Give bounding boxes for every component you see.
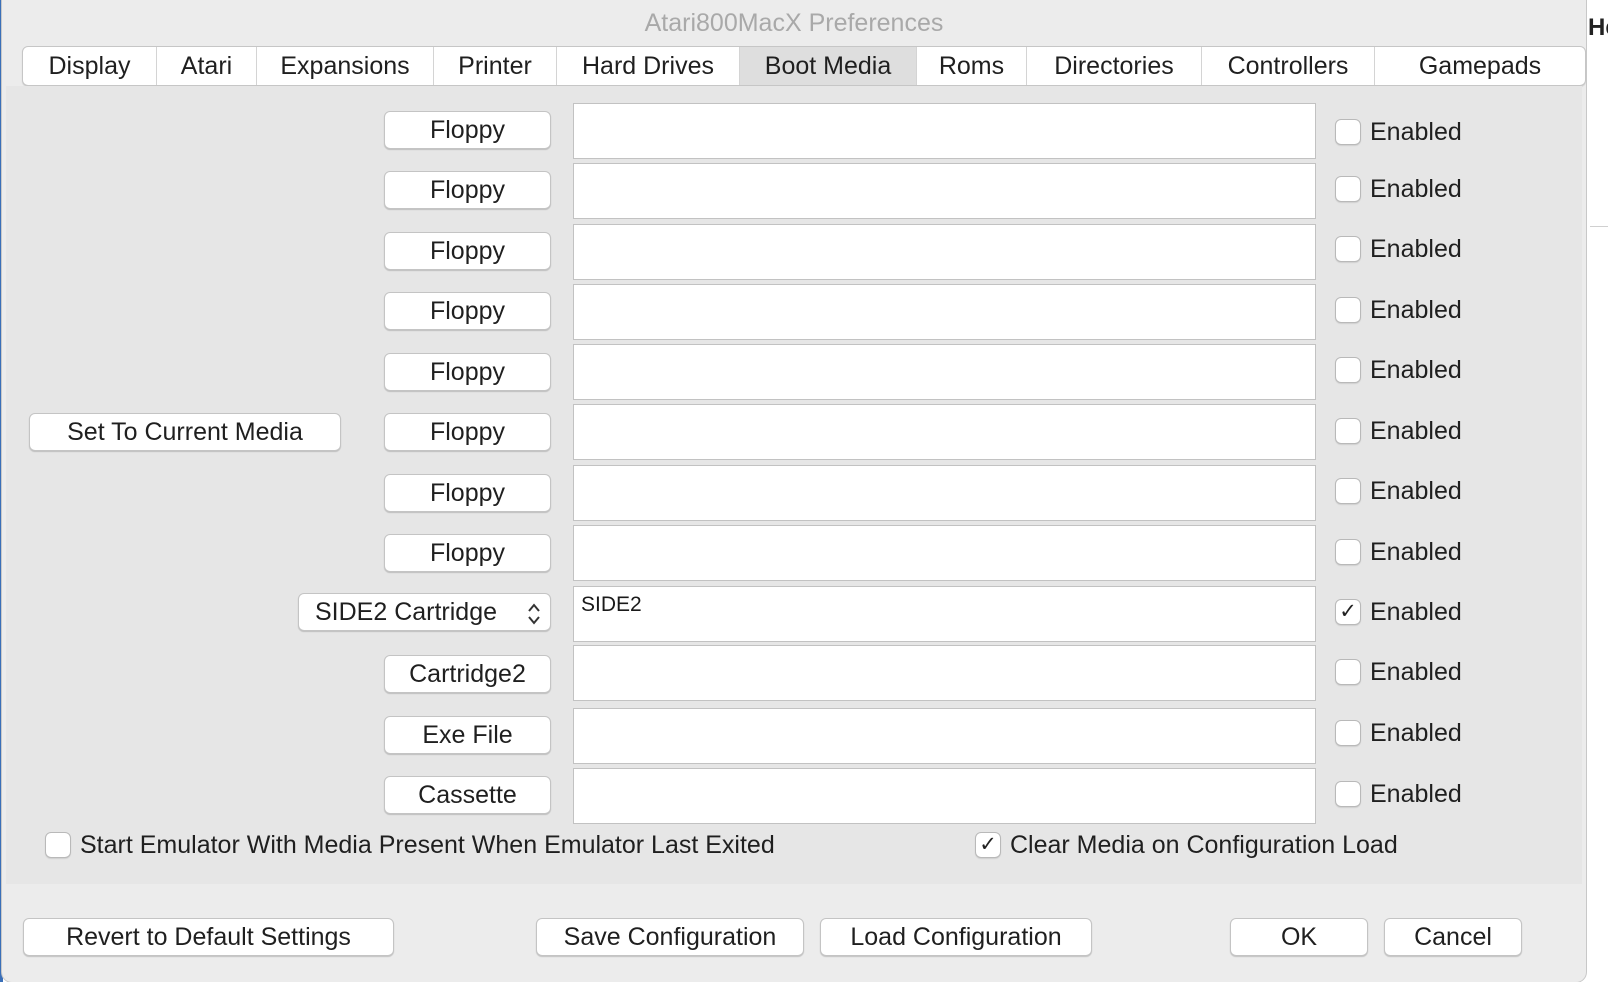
tab-expansions[interactable]: Expansions (257, 47, 434, 85)
floppy-8-path-field[interactable] (573, 525, 1316, 581)
floppy-7-enabled-label: Enabled (1370, 477, 1462, 505)
background-app-text: He (1588, 14, 1608, 41)
cartridge-enabled-checkbox[interactable]: ✓ (1335, 599, 1361, 625)
cartridge-type-popup[interactable]: SIDE2 Cartridge (298, 593, 551, 631)
floppy-2-path-field[interactable] (573, 163, 1316, 219)
floppy-8-enabled-label: Enabled (1370, 538, 1462, 566)
tab-printer[interactable]: Printer (434, 47, 557, 85)
cassette-button[interactable]: Cassette (384, 776, 551, 814)
tab-roms[interactable]: Roms (917, 47, 1027, 85)
floppy-3-path-field[interactable] (573, 224, 1316, 280)
cartridge2-path-field[interactable] (573, 645, 1316, 701)
cartridge2-enabled-label: Enabled (1370, 658, 1462, 686)
floppy-4-enabled-checkbox[interactable] (1335, 297, 1361, 323)
save-configuration-button[interactable]: Save Configuration (536, 918, 804, 956)
tab-bar: Display Atari Expansions Printer Hard Dr… (22, 46, 1586, 86)
load-configuration-button[interactable]: Load Configuration (820, 918, 1092, 956)
ok-button[interactable]: OK (1230, 918, 1368, 956)
tab-controllers[interactable]: Controllers (1202, 47, 1375, 85)
floppy-5-path-field[interactable] (573, 344, 1316, 400)
background-app-divider (1590, 226, 1608, 227)
clear-media-on-load-label: Clear Media on Configuration Load (1010, 831, 1398, 859)
floppy-1-enabled-checkbox[interactable] (1335, 119, 1361, 145)
floppy-3-enabled-label: Enabled (1370, 235, 1462, 263)
clear-media-on-load-checkbox[interactable]: ✓ (975, 832, 1001, 858)
exe-file-button[interactable]: Exe File (384, 716, 551, 754)
up-down-chevron-icon (528, 603, 540, 625)
exe-file-enabled-checkbox[interactable] (1335, 720, 1361, 746)
start-with-media-checkbox[interactable] (45, 832, 71, 858)
tab-display[interactable]: Display (23, 47, 157, 85)
cassette-enabled-checkbox[interactable] (1335, 781, 1361, 807)
floppy-7-enabled-checkbox[interactable] (1335, 478, 1361, 504)
floppy-2-enabled-label: Enabled (1370, 175, 1462, 203)
floppy-3-enabled-checkbox[interactable] (1335, 236, 1361, 262)
floppy-6-enabled-label: Enabled (1370, 417, 1462, 445)
floppy-5-button[interactable]: Floppy (384, 353, 551, 391)
tab-gamepads[interactable]: Gamepads (1375, 47, 1585, 85)
cancel-button[interactable]: Cancel (1384, 918, 1522, 956)
floppy-8-button[interactable]: Floppy (384, 534, 551, 572)
cassette-enabled-label: Enabled (1370, 780, 1462, 808)
floppy-4-path-field[interactable] (573, 284, 1316, 340)
floppy-5-enabled-checkbox[interactable] (1335, 357, 1361, 383)
floppy-1-enabled-label: Enabled (1370, 118, 1462, 146)
floppy-7-button[interactable]: Floppy (384, 474, 551, 512)
start-with-media-label: Start Emulator With Media Present When E… (80, 831, 775, 859)
cartridge-path-field[interactable]: SIDE2 (573, 586, 1316, 642)
tab-atari[interactable]: Atari (157, 47, 257, 85)
floppy-4-button[interactable]: Floppy (384, 292, 551, 330)
preferences-window: Atari800MacX Preferences Display Atari E… (2, 0, 1586, 982)
floppy-5-enabled-label: Enabled (1370, 356, 1462, 384)
cartridge-enabled-label: Enabled (1370, 598, 1462, 626)
floppy-6-path-field[interactable] (573, 404, 1316, 460)
floppy-2-button[interactable]: Floppy (384, 171, 551, 209)
tab-directories[interactable]: Directories (1027, 47, 1202, 85)
floppy-1-button[interactable]: Floppy (384, 111, 551, 149)
window-title: Atari800MacX Preferences (644, 9, 944, 37)
cassette-path-field[interactable] (573, 768, 1316, 824)
floppy-2-enabled-checkbox[interactable] (1335, 176, 1361, 202)
floppy-7-path-field[interactable] (573, 465, 1316, 521)
floppy-4-enabled-label: Enabled (1370, 296, 1462, 324)
floppy-6-button[interactable]: Floppy (384, 413, 551, 451)
cartridge2-button[interactable]: Cartridge2 (384, 655, 551, 693)
cartridge-type-selected: SIDE2 Cartridge (315, 598, 498, 626)
revert-to-default-button[interactable]: Revert to Default Settings (23, 918, 394, 956)
background-app (1586, 0, 1608, 982)
floppy-3-button[interactable]: Floppy (384, 232, 551, 270)
tab-boot-media[interactable]: Boot Media (740, 47, 917, 85)
tab-hard-drives[interactable]: Hard Drives (557, 47, 740, 85)
boot-media-panel: Set To Current Media Floppy Enabled Flop… (6, 86, 1582, 884)
exe-file-path-field[interactable] (573, 708, 1316, 764)
floppy-8-enabled-checkbox[interactable] (1335, 539, 1361, 565)
floppy-6-enabled-checkbox[interactable] (1335, 418, 1361, 444)
exe-file-enabled-label: Enabled (1370, 719, 1462, 747)
set-to-current-media-button[interactable]: Set To Current Media (29, 413, 341, 451)
floppy-1-path-field[interactable] (573, 103, 1316, 159)
cartridge2-enabled-checkbox[interactable] (1335, 659, 1361, 685)
